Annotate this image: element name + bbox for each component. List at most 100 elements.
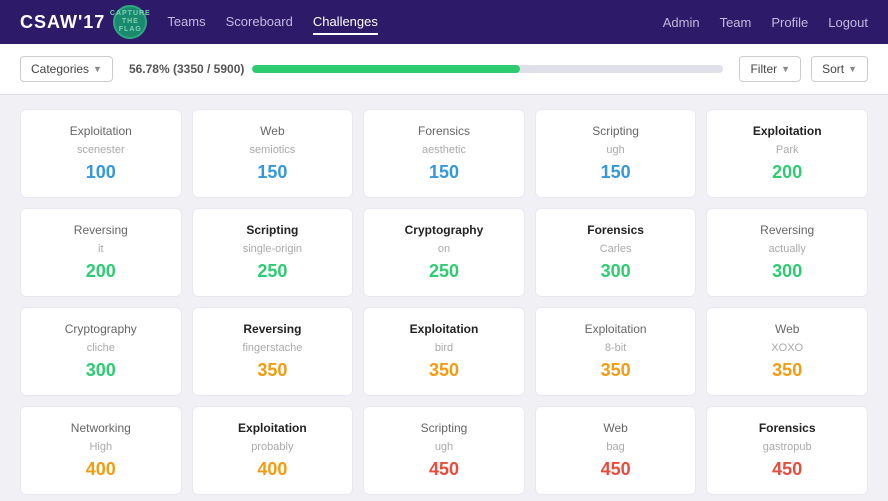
card-category: Forensics	[587, 223, 644, 237]
challenge-card[interactable]: Exploitation scenester 100	[20, 109, 182, 198]
challenge-card[interactable]: Exploitation bird 350	[363, 307, 525, 396]
capture-text: CAPTURE	[110, 10, 151, 18]
progress-text: 56.78% (3350 / 5900)	[129, 62, 244, 76]
card-category: Forensics	[759, 421, 816, 435]
flag-text: THE FLAG	[110, 18, 151, 33]
challenge-card[interactable]: Exploitation probably 400	[192, 406, 354, 495]
card-name: Park	[776, 144, 799, 156]
challenge-card[interactable]: Web semiotics 150	[192, 109, 354, 198]
challenge-card[interactable]: Forensics gastropub 450	[706, 406, 868, 495]
card-category: Networking	[71, 421, 131, 435]
challenge-card[interactable]: Reversing actually 300	[706, 208, 868, 297]
card-category: Scripting	[592, 124, 639, 138]
card-points: 350	[601, 360, 631, 381]
card-category: Exploitation	[753, 124, 822, 138]
card-category: Exploitation	[238, 421, 307, 435]
filter-chevron: ▼	[781, 64, 790, 74]
nav-teams[interactable]: Teams	[167, 10, 205, 35]
card-category: Exploitation	[70, 124, 132, 138]
card-category: Exploitation	[410, 322, 479, 336]
sort-button[interactable]: Sort ▼	[811, 56, 868, 82]
card-points: 250	[257, 261, 287, 282]
challenge-card[interactable]: Web XOXO 350	[706, 307, 868, 396]
card-category: Web	[603, 421, 627, 435]
card-category: Reversing	[760, 223, 814, 237]
challenge-card[interactable]: Exploitation Park 200	[706, 109, 868, 198]
card-points: 350	[257, 360, 287, 381]
card-points: 350	[429, 360, 459, 381]
challenge-card[interactable]: Exploitation 8-bit 350	[535, 307, 697, 396]
card-points: 400	[257, 459, 287, 480]
card-name: cliche	[87, 342, 115, 354]
challenge-card[interactable]: Reversing it 200	[20, 208, 182, 297]
navbar: CSAW'17 CAPTURE THE FLAG Teams Scoreboar…	[0, 0, 888, 44]
card-name: XOXO	[771, 342, 803, 354]
card-category: Web	[260, 124, 284, 138]
challenge-card[interactable]: Forensics aesthetic 150	[363, 109, 525, 198]
nav-team[interactable]: Team	[720, 11, 752, 34]
challenge-card[interactable]: Scripting ugh 450	[363, 406, 525, 495]
card-points: 200	[772, 162, 802, 183]
filter-label: Filter	[750, 62, 777, 76]
challenge-card[interactable]: Reversing fingerstache 350	[192, 307, 354, 396]
nav-challenges[interactable]: Challenges	[313, 10, 378, 35]
ctf-badge: CAPTURE THE FLAG	[113, 5, 147, 39]
card-points: 450	[772, 459, 802, 480]
card-category: Exploitation	[585, 322, 647, 336]
card-points: 350	[772, 360, 802, 381]
card-category: Cryptography	[65, 322, 137, 336]
categories-label: Categories	[31, 62, 89, 76]
card-points: 250	[429, 261, 459, 282]
card-points: 400	[86, 459, 116, 480]
card-name: bird	[435, 342, 453, 354]
card-name: probably	[251, 441, 293, 453]
card-points: 100	[86, 162, 116, 183]
card-points: 150	[257, 162, 287, 183]
card-points: 200	[86, 261, 116, 282]
card-name: High	[89, 441, 112, 453]
brand-name: CSAW'17	[20, 12, 105, 33]
progress-section: 56.78% (3350 / 5900)	[129, 62, 724, 76]
nav-right: Admin Team Profile Logout	[663, 11, 868, 34]
card-name: ugh	[435, 441, 453, 453]
card-points: 300	[86, 360, 116, 381]
challenge-card[interactable]: Scripting single-origin 250	[192, 208, 354, 297]
card-name: 8-bit	[605, 342, 626, 354]
challenge-card[interactable]: Scripting ugh 150	[535, 109, 697, 198]
progress-bar-fill	[252, 65, 519, 73]
nav-scoreboard[interactable]: Scoreboard	[226, 10, 293, 35]
nav-logout[interactable]: Logout	[828, 11, 868, 34]
card-name: fingerstache	[242, 342, 302, 354]
toolbar-right: Filter ▼ Sort ▼	[739, 56, 868, 82]
card-points: 150	[601, 162, 631, 183]
card-name: aesthetic	[422, 144, 466, 156]
card-category: Reversing	[243, 322, 301, 336]
card-name: single-origin	[243, 243, 302, 255]
toolbar: Categories ▼ 56.78% (3350 / 5900) Filter…	[0, 44, 888, 95]
card-category: Scripting	[246, 223, 298, 237]
card-category: Web	[775, 322, 799, 336]
sort-chevron: ▼	[848, 64, 857, 74]
card-category: Reversing	[74, 223, 128, 237]
challenge-card[interactable]: Forensics Carles 300	[535, 208, 697, 297]
categories-chevron: ▼	[93, 64, 102, 74]
categories-button[interactable]: Categories ▼	[20, 56, 113, 82]
challenge-card[interactable]: Networking High 400	[20, 406, 182, 495]
progress-bar-background	[252, 65, 723, 73]
brand: CSAW'17 CAPTURE THE FLAG	[20, 5, 147, 39]
card-points: 300	[601, 261, 631, 282]
filter-button[interactable]: Filter ▼	[739, 56, 801, 82]
card-name: semiotics	[249, 144, 295, 156]
challenge-card[interactable]: Cryptography cliche 300	[20, 307, 182, 396]
card-category: Forensics	[418, 124, 470, 138]
challenges-grid: Exploitation scenester 100 Web semiotics…	[0, 95, 888, 501]
card-points: 150	[429, 162, 459, 183]
challenge-card[interactable]: Cryptography on 250	[363, 208, 525, 297]
card-points: 450	[601, 459, 631, 480]
nav-admin[interactable]: Admin	[663, 11, 700, 34]
card-name: it	[98, 243, 104, 255]
card-points: 450	[429, 459, 459, 480]
nav-profile[interactable]: Profile	[771, 11, 808, 34]
card-name: gastropub	[763, 441, 812, 453]
challenge-card[interactable]: Web bag 450	[535, 406, 697, 495]
